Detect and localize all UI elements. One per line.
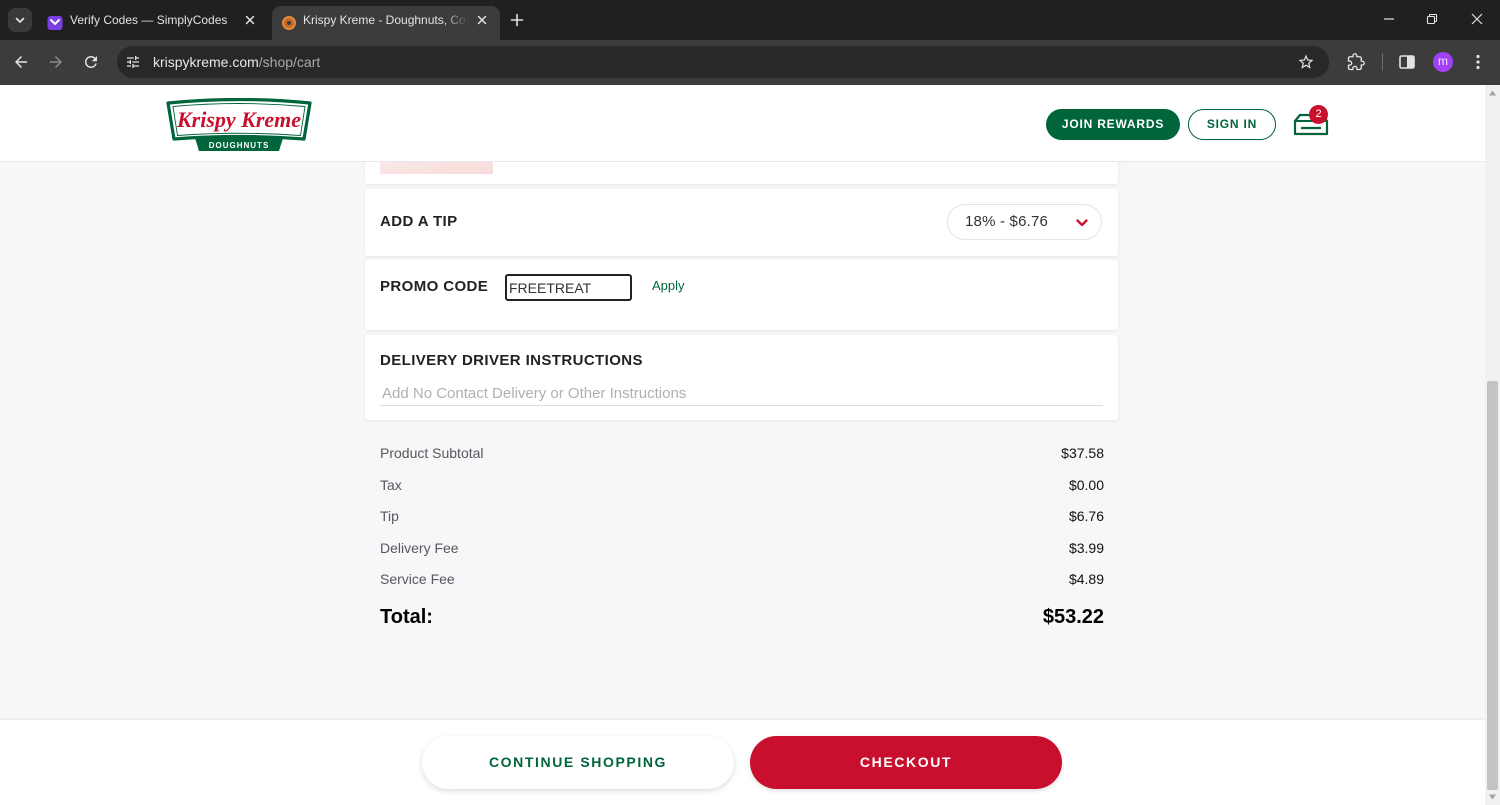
- krispy-kreme-donut-icon: [282, 16, 296, 30]
- summary-value: $37.58: [1061, 445, 1104, 461]
- tab-title: Krispy Kreme - Doughnuts, Coff: [303, 13, 468, 27]
- tab-search-button[interactable]: [8, 8, 32, 32]
- promo-code-input[interactable]: [505, 274, 632, 301]
- summary-value: $6.76: [1068, 508, 1104, 524]
- summary-row: Service Fee $4.89: [380, 570, 1104, 588]
- back-arrow-icon[interactable]: [12, 53, 30, 71]
- tip-label: ADD A TIP: [380, 213, 458, 230]
- url-text[interactable]: krispykreme.com/shop/cart: [153, 46, 320, 78]
- summary-value: $3.99: [1068, 540, 1104, 556]
- plus-icon[interactable]: [510, 13, 524, 27]
- reload-icon[interactable]: [82, 53, 100, 71]
- chevron-down-icon: [15, 17, 25, 23]
- tip-selected-value: 18% - $6.76: [965, 213, 1049, 230]
- close-window-icon[interactable]: [1470, 12, 1484, 26]
- scroll-down-arrow-icon[interactable]: [1488, 793, 1497, 801]
- summary-row: Product Subtotal $37.58: [380, 444, 1104, 462]
- site-info-icon[interactable]: [125, 54, 141, 70]
- side-panel-icon[interactable]: [1398, 53, 1416, 71]
- simplycodes-icon: [47, 16, 63, 30]
- total-label: Total:: [380, 606, 433, 628]
- close-icon[interactable]: [244, 14, 256, 26]
- summary-label: Tip: [380, 508, 399, 524]
- url-domain: krispykreme.com: [153, 54, 259, 70]
- order-total-row: Total: $53.22: [380, 604, 1104, 630]
- tab-simplycodes[interactable]: Verify Codes — SimplyCodes: [36, 6, 268, 40]
- tip-card: ADD A TIP 18% - $6.76: [365, 189, 1118, 256]
- summary-value: $0.00: [1068, 477, 1104, 493]
- url-path: /shop/cart: [258, 54, 321, 70]
- promo-code-label: PROMO CODE: [380, 278, 489, 295]
- summary-label: Delivery Fee: [380, 540, 459, 556]
- logo-brand-text: Krispy Kreme: [176, 107, 301, 132]
- sign-in-button[interactable]: SIGN IN: [1188, 109, 1276, 140]
- restore-icon[interactable]: [1425, 12, 1439, 26]
- extensions-icon[interactable]: [1347, 53, 1365, 71]
- delivery-instructions-input[interactable]: [380, 381, 1103, 406]
- checkout-button[interactable]: CHECKOUT: [750, 736, 1062, 789]
- forward-arrow-icon[interactable]: [47, 53, 65, 71]
- cart-count-badge: 2: [1309, 105, 1328, 124]
- join-rewards-button[interactable]: JOIN REWARDS: [1046, 109, 1180, 140]
- chevron-down-icon: [1076, 219, 1088, 227]
- summary-row: Tip $6.76: [380, 507, 1104, 525]
- continue-shopping-button[interactable]: CONTINUE SHOPPING: [422, 736, 734, 789]
- tip-dropdown[interactable]: 18% - $6.76: [947, 204, 1102, 240]
- scrollbar-thumb[interactable]: [1487, 381, 1498, 790]
- logo-tagline-text: DOUGHNUTS: [209, 141, 270, 150]
- delivery-instructions-card: DELIVERY DRIVER INSTRUCTIONS: [365, 335, 1118, 420]
- toolbar-divider: [1382, 53, 1383, 71]
- tab-strip: Verify Codes — SimplyCodes Krispy Kreme …: [0, 0, 1500, 40]
- minimize-icon[interactable]: [1382, 12, 1396, 26]
- tab-title: Verify Codes — SimplyCodes: [70, 13, 228, 27]
- summary-label: Product Subtotal: [380, 445, 484, 461]
- total-value: $53.22: [1042, 606, 1104, 628]
- close-icon[interactable]: [476, 14, 488, 26]
- promo-code-card: PROMO CODE Apply: [365, 260, 1118, 330]
- tab-krispy-kreme[interactable]: Krispy Kreme - Doughnuts, Coff: [272, 6, 500, 40]
- profile-avatar[interactable]: m: [1433, 52, 1453, 72]
- summary-row: Delivery Fee $3.99: [380, 539, 1104, 557]
- summary-value: $4.89: [1068, 571, 1104, 587]
- checkout-footer-bar: [0, 720, 1485, 805]
- delivery-instructions-label: DELIVERY DRIVER INSTRUCTIONS: [380, 352, 643, 369]
- apply-promo-link[interactable]: Apply: [652, 278, 685, 294]
- summary-row: Tax $0.00: [380, 476, 1104, 494]
- more-menu-icon[interactable]: [1469, 53, 1487, 71]
- summary-label: Service Fee: [380, 571, 455, 587]
- star-icon[interactable]: [1297, 53, 1315, 71]
- summary-label: Tax: [380, 477, 402, 493]
- krispy-kreme-logo[interactable]: Krispy Kreme DOUGHNUTS: [165, 98, 313, 154]
- scroll-up-arrow-icon[interactable]: [1488, 89, 1497, 97]
